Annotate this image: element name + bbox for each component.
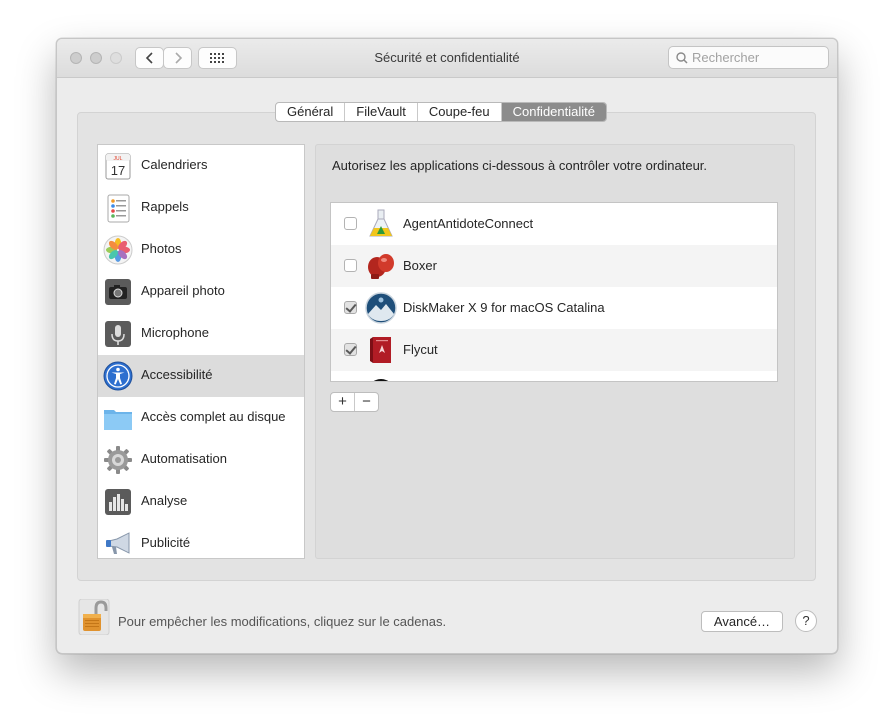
sidebar-item-label: Publicité: [141, 535, 191, 550]
boxing-gloves-icon: [368, 254, 394, 279]
remove-app-button[interactable]: −: [355, 393, 378, 411]
app-row: Flycut: [331, 329, 777, 371]
app-permission-checkbox[interactable]: [344, 301, 357, 314]
app-row: AgentAntidoteConnect: [331, 203, 777, 245]
title-bar: Sécurité et confidentialité Rechercher: [57, 39, 837, 78]
search-icon: [676, 51, 688, 64]
calendar-day: 17: [111, 163, 125, 178]
sidebar-item-accessibility[interactable]: Accessibilité: [98, 355, 304, 397]
sidebar-item-reminders[interactable]: Rappels: [98, 187, 304, 229]
search-placeholder: Rechercher: [692, 50, 760, 65]
add-app-button[interactable]: +: [331, 393, 355, 411]
microphone-icon: [105, 321, 131, 347]
sidebar-item-label: Automatisation: [141, 451, 227, 466]
sidebar-item-label: Accès complet au disque: [141, 409, 286, 424]
help-button[interactable]: ?: [795, 610, 817, 632]
tab-firewall[interactable]: Coupe-feu: [418, 103, 502, 121]
app-name: DiskMaker X 9 for macOS Catalina: [403, 300, 605, 315]
megaphone-icon: [106, 532, 130, 554]
sidebar-item-label: Appareil photo: [141, 283, 225, 298]
reminders-icon: [107, 194, 130, 223]
tab-filevault[interactable]: FileVault: [345, 103, 418, 121]
tab-general[interactable]: Général: [276, 103, 346, 121]
accessibility-icon: [103, 361, 133, 391]
sidebar-item-label: Photos: [141, 241, 182, 256]
sidebar-item-label: Calendriers: [141, 157, 208, 172]
sidebar-item-label: Accessibilité: [141, 367, 213, 382]
privacy-category-list: JUL 17 Calendriers Rappels Photos Appare…: [97, 144, 305, 559]
app-permission-checkbox[interactable]: [344, 343, 357, 356]
antidote-flask-icon: [369, 209, 393, 237]
sidebar-item-full-disk-access[interactable]: Accès complet au disque: [98, 397, 304, 439]
lock-message: Pour empêcher les modifications, cliquez…: [118, 614, 447, 629]
camera-icon: [105, 279, 131, 305]
preferences-window: Sécurité et confidentialité Rechercher G…: [56, 38, 838, 654]
instruction-text: Autorisez les applications ci-dessous à …: [332, 158, 708, 173]
sidebar-item-calendars[interactable]: JUL 17 Calendriers: [98, 145, 304, 187]
app-row: Boxer: [331, 245, 777, 287]
diskmaker-icon: [365, 292, 397, 324]
folder-icon: [104, 410, 132, 430]
analytics-icon: [105, 489, 131, 515]
app-name: Flycut: [403, 342, 438, 357]
sidebar-item-microphone[interactable]: Microphone: [98, 313, 304, 355]
calendar-month: JUL: [114, 156, 123, 162]
photos-icon: [103, 235, 133, 265]
sidebar-item-photos[interactable]: Photos: [98, 229, 304, 271]
add-remove-control: + −: [330, 392, 379, 412]
sidebar-item-automation[interactable]: Automatisation: [98, 439, 304, 481]
search-field[interactable]: Rechercher: [668, 46, 829, 69]
app-name: Boxer: [403, 258, 437, 273]
sidebar-item-label: Rappels: [141, 199, 189, 214]
app-icon: [373, 379, 389, 381]
app-permission-checkbox[interactable]: [344, 217, 357, 230]
sidebar-item-camera[interactable]: Appareil photo: [98, 271, 304, 313]
calendar-icon: JUL 17: [105, 153, 131, 180]
app-permission-checkbox[interactable]: [344, 259, 357, 272]
sidebar-item-analytics[interactable]: Analyse: [98, 481, 304, 523]
app-name: AgentAntidoteConnect: [403, 216, 534, 231]
gear-icon: [104, 446, 132, 474]
sidebar-item-advertising[interactable]: Publicité: [98, 523, 304, 558]
tab-bar: Général FileVault Coupe-feu Confidential…: [275, 102, 607, 122]
advanced-button[interactable]: Avancé…: [701, 611, 783, 632]
app-row: [331, 371, 777, 381]
tab-privacy[interactable]: Confidentialité: [501, 103, 606, 121]
sidebar-item-label: Analyse: [141, 493, 188, 508]
sidebar-item-label: Microphone: [141, 325, 209, 340]
flycut-icon: [370, 337, 391, 363]
padlock-unlocked-icon[interactable]: [77, 599, 111, 635]
app-row: DiskMaker X 9 for macOS Catalina: [331, 287, 777, 329]
app-permission-list[interactable]: AgentAntidoteConnect Boxer DiskMaker X 9…: [330, 202, 778, 382]
